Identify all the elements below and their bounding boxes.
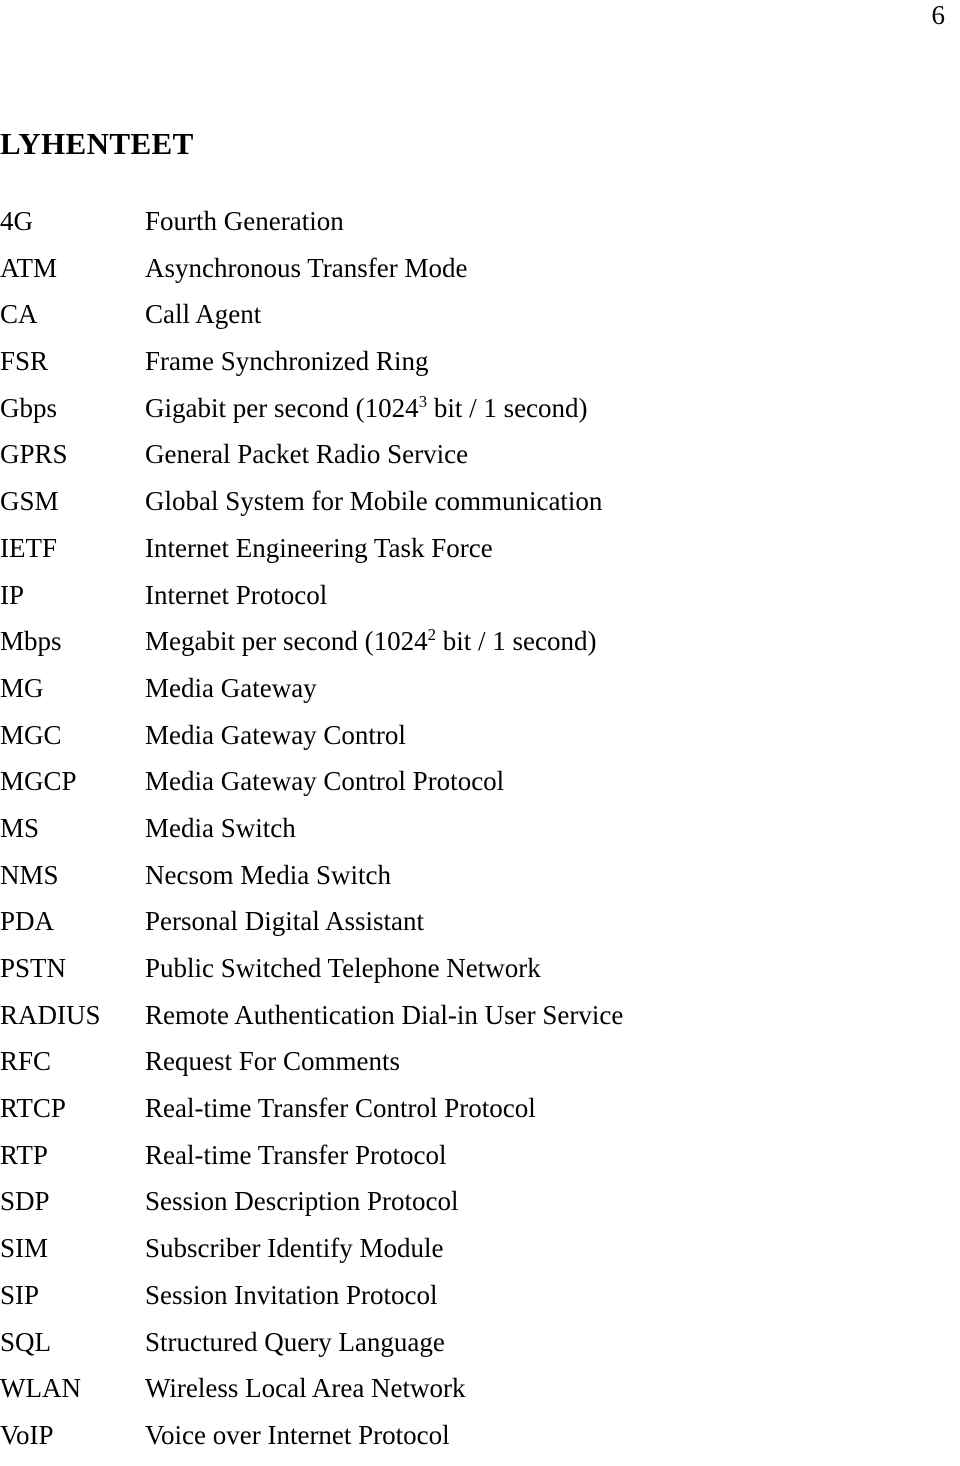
abbreviation-definition: Media Gateway Control bbox=[145, 719, 406, 750]
abbreviation-row: GPRS General Packet Radio Service bbox=[0, 438, 960, 485]
abbreviation-term: NMS bbox=[0, 859, 59, 890]
abbreviation-row: 4G Fourth Generation bbox=[0, 205, 960, 252]
abbreviation-row: Gbps Gigabit per second (10243 bit / 1 se… bbox=[0, 392, 960, 439]
abbreviation-definition: Wireless Local Area Network bbox=[145, 1373, 466, 1404]
abbreviation-row: PSTN Public Switched Telephone Network bbox=[0, 952, 960, 999]
page-number: 6 bbox=[931, 0, 946, 30]
abbreviation-row: RTP Real-time Transfer Protocol bbox=[0, 1139, 960, 1186]
abbreviation-term: PDA bbox=[0, 906, 55, 937]
abbreviation-definition: Gigabit per second (10243 bit / 1 second… bbox=[145, 392, 588, 425]
abbreviation-row: CA Call Agent bbox=[0, 298, 960, 345]
abbreviation-row: RFC Request For Comments bbox=[0, 1045, 960, 1092]
abbreviation-definition: Asynchronous Transfer Mode bbox=[145, 252, 468, 283]
abbreviation-definition: Media Gateway Control Protocol bbox=[145, 766, 505, 797]
abbreviation-row: RTCP Real-time Transfer Control Protocol bbox=[0, 1092, 960, 1139]
abbreviation-term: 4G bbox=[0, 206, 33, 236]
abbreviation-definition: Public Switched Telephone Network bbox=[145, 953, 541, 983]
abbreviation-row: SIP Session Invitation Protocol bbox=[0, 1279, 960, 1326]
abbreviation-definition: Structured Query Language bbox=[145, 1326, 445, 1357]
document-page: 6 LYHENTEET 4G Fourth Generation ATM Asynch… bbox=[0, 0, 960, 1450]
abbreviation-term: RADIUS bbox=[0, 999, 101, 1030]
abbreviation-term: GPRS bbox=[0, 439, 68, 470]
abbreviation-row: SIM Subscriber Identify Module bbox=[0, 1232, 960, 1279]
definition-exponent: 3 bbox=[418, 391, 428, 411]
abbreviation-term: GSM bbox=[0, 486, 59, 517]
abbreviation-definition: Fourth Generation bbox=[145, 206, 344, 236]
abbreviation-definition: Personal Digital Assistant bbox=[145, 906, 424, 937]
abbreviation-term: WLAN bbox=[0, 1373, 81, 1404]
abbreviation-definition: Remote Authentication Dial-in User Servi… bbox=[145, 999, 624, 1030]
abbreviation-term: CA bbox=[0, 299, 38, 330]
abbreviation-definition: Necsom Media Switch bbox=[145, 859, 391, 890]
abbreviation-term: FSR bbox=[0, 346, 49, 377]
abbreviation-row: NMS Necsom Media Switch bbox=[0, 859, 960, 906]
abbreviation-definition: Voice over Internet Protocol bbox=[145, 1419, 450, 1450]
abbreviation-definition: Internet Protocol bbox=[145, 579, 328, 610]
abbreviation-row: SQL Structured Query Language bbox=[0, 1326, 960, 1373]
abbreviation-row: ATM Asynchronous Transfer Mode bbox=[0, 252, 960, 299]
abbreviation-term: IP bbox=[0, 579, 25, 610]
abbreviation-definition: Request For Comments bbox=[145, 1046, 400, 1077]
abbreviation-definition: Subscriber Identify Module bbox=[145, 1233, 444, 1264]
abbreviation-row: IETF Internet Engineering Task Force bbox=[0, 532, 960, 579]
abbreviation-definition: Megabit per second (10242 bit / 1 second… bbox=[145, 625, 597, 658]
abbreviation-row: PDA Personal Digital Assistant bbox=[0, 905, 960, 952]
abbreviation-list: 4G Fourth Generation ATM Asynchronous Trans… bbox=[0, 205, 960, 1466]
abbreviation-term: RTP bbox=[0, 1139, 48, 1170]
abbreviation-definition: Frame Synchronized Ring bbox=[145, 346, 429, 377]
abbreviation-definition: General Packet Radio Service bbox=[145, 439, 469, 470]
definition-text-tail: bit / 1 second) bbox=[427, 392, 588, 423]
abbreviation-definition: Internet Engineering Task Force bbox=[145, 532, 493, 563]
abbreviation-term: IETF bbox=[0, 532, 57, 563]
abbreviation-definition: Global System for Mobile communication bbox=[145, 486, 603, 517]
abbreviation-term: SDP bbox=[0, 1186, 50, 1217]
abbreviation-row: VoIP Voice over Internet Protocol bbox=[0, 1419, 960, 1466]
abbreviation-definition: Session Description Protocol bbox=[145, 1186, 459, 1217]
abbreviation-row: Mbps Megabit per second (10242 bit / 1 se… bbox=[0, 625, 960, 672]
abbreviation-row: WLAN Wireless Local Area Network bbox=[0, 1372, 960, 1419]
abbreviation-term: RTCP bbox=[0, 1093, 66, 1124]
abbreviation-term: SIM bbox=[0, 1233, 49, 1264]
abbreviation-row: MGCP Media Gateway Control Protocol bbox=[0, 765, 960, 812]
abbreviation-term: MS bbox=[0, 812, 40, 843]
abbreviation-row: SDP Session Description Protocol bbox=[0, 1185, 960, 1232]
abbreviation-term: MGC bbox=[0, 719, 62, 750]
abbreviation-definition: Real-time Transfer Control Protocol bbox=[145, 1093, 536, 1124]
definition-text-head: Gigabit per second (1024 bbox=[145, 392, 419, 423]
abbreviation-term: SIP bbox=[0, 1279, 40, 1310]
abbreviation-row: MS Media Switch bbox=[0, 812, 960, 859]
abbreviation-definition: Call Agent bbox=[145, 299, 262, 330]
abbreviation-term: MGCP bbox=[0, 766, 77, 797]
abbreviation-term: SQL bbox=[0, 1326, 52, 1357]
abbreviation-term: Gbps bbox=[0, 392, 58, 423]
definition-exponent: 2 bbox=[427, 625, 437, 645]
abbreviation-row: FSR Frame Synchronized Ring bbox=[0, 345, 960, 392]
abbreviation-row: GSM Global System for Mobile communicatio… bbox=[0, 485, 960, 532]
abbreviation-definition: Session Invitation Protocol bbox=[145, 1279, 438, 1310]
abbreviation-definition: Media Gateway bbox=[145, 672, 317, 703]
abbreviation-row: MGC Media Gateway Control bbox=[0, 719, 960, 766]
abbreviation-definition: Real-time Transfer Protocol bbox=[145, 1139, 447, 1170]
abbreviation-term: Mbps bbox=[0, 626, 62, 657]
abbreviation-row: MG Media Gateway bbox=[0, 672, 960, 719]
abbreviation-term: ATM bbox=[0, 252, 58, 283]
definition-text-head: Megabit per second (1024 bbox=[145, 626, 428, 657]
abbreviation-row: IP Internet Protocol bbox=[0, 579, 960, 626]
abbreviation-term: VoIP bbox=[0, 1419, 54, 1450]
page-title: LYHENTEET bbox=[0, 125, 194, 161]
abbreviation-row: RADIUS Remote Authentication Dial-in User… bbox=[0, 999, 960, 1046]
abbreviation-term: MG bbox=[0, 672, 44, 703]
abbreviation-definition: Media Switch bbox=[145, 812, 296, 843]
abbreviation-term: PSTN bbox=[0, 953, 67, 983]
definition-text-tail: bit / 1 second) bbox=[436, 626, 597, 657]
abbreviation-term: RFC bbox=[0, 1046, 52, 1077]
